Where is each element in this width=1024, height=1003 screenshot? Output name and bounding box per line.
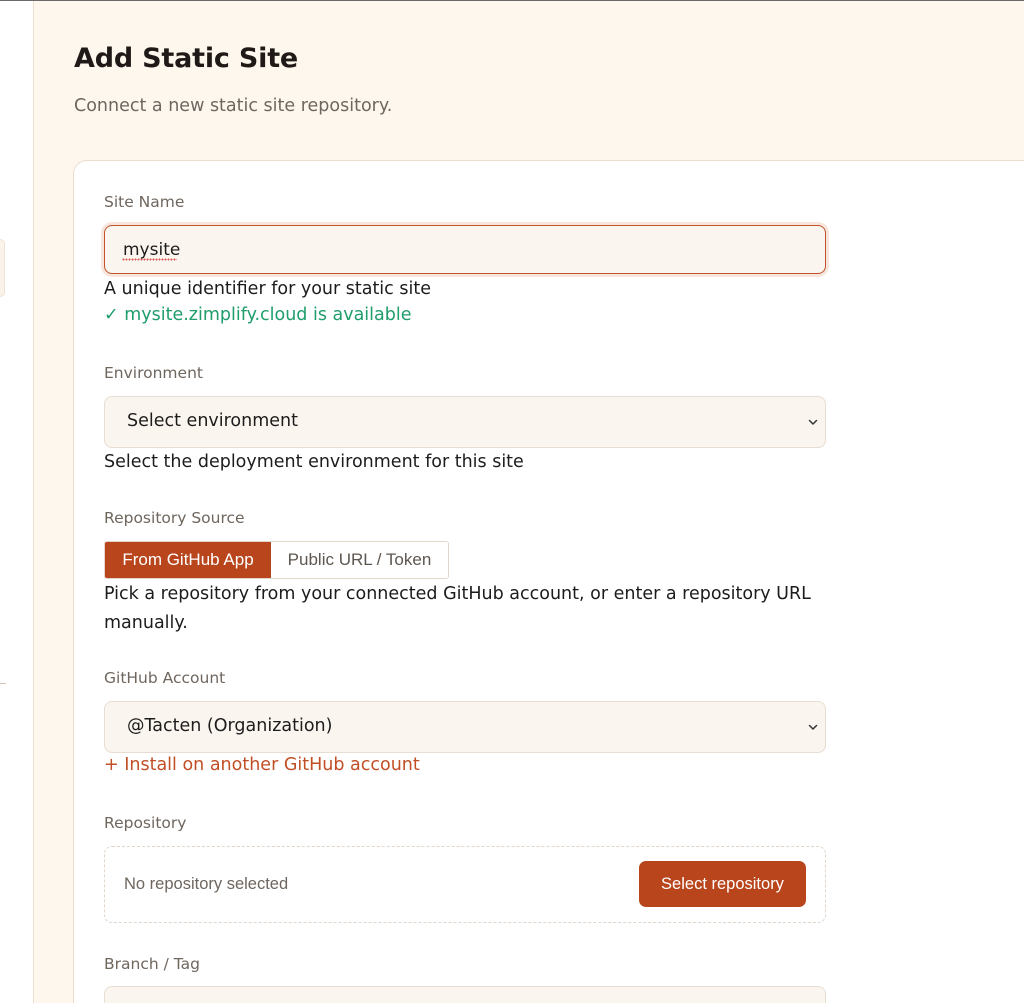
site-availability-status: ✓ mysite.zimplify.cloud is available xyxy=(104,305,412,325)
page-title: Add Static Site xyxy=(74,43,299,74)
sidebar-divider xyxy=(0,683,6,684)
environment-select-value: Select environment xyxy=(127,411,299,431)
window-top-border xyxy=(0,0,1024,1)
site-name-input[interactable] xyxy=(104,225,826,274)
github-account-select[interactable]: @Tacten (Organization) xyxy=(104,701,826,753)
chevron-down-icon xyxy=(808,724,818,730)
environment-label: Environment xyxy=(104,364,203,382)
install-another-account-link[interactable]: + Install on another GitHub account xyxy=(104,755,420,775)
spellcheck-underline xyxy=(122,258,177,261)
tab-from-github-app[interactable]: From GitHub App xyxy=(105,542,271,578)
branch-tag-label: Branch / Tag xyxy=(104,955,200,973)
repository-empty-text: No repository selected xyxy=(124,875,289,893)
github-account-select-value: @Tacten (Organization) xyxy=(127,716,333,736)
repository-label: Repository xyxy=(104,814,187,832)
environment-select[interactable]: Select environment xyxy=(104,396,826,448)
repository-source-toggle: From GitHub App Public URL / Token xyxy=(104,541,449,579)
github-account-label: GitHub Account xyxy=(104,669,226,687)
repository-source-label: Repository Source xyxy=(104,509,245,527)
select-repository-button[interactable]: Select repository xyxy=(639,861,806,907)
repository-source-help: Pick a repository from your connected Gi… xyxy=(104,584,811,633)
sidebar-active-indicator[interactable] xyxy=(0,239,5,297)
site-name-help: A unique identifier for your static site xyxy=(104,279,431,299)
tab-public-url-token[interactable]: Public URL / Token xyxy=(271,542,448,578)
chevron-down-icon xyxy=(808,419,818,425)
repository-picker: No repository selected Select repository xyxy=(104,846,826,923)
page-subtitle: Connect a new static site repository. xyxy=(74,96,393,116)
sidebar xyxy=(0,1,34,1003)
branch-tag-input[interactable] xyxy=(104,986,826,1003)
environment-help: Select the deployment environment for th… xyxy=(104,452,524,472)
site-name-label: Site Name xyxy=(104,193,185,211)
